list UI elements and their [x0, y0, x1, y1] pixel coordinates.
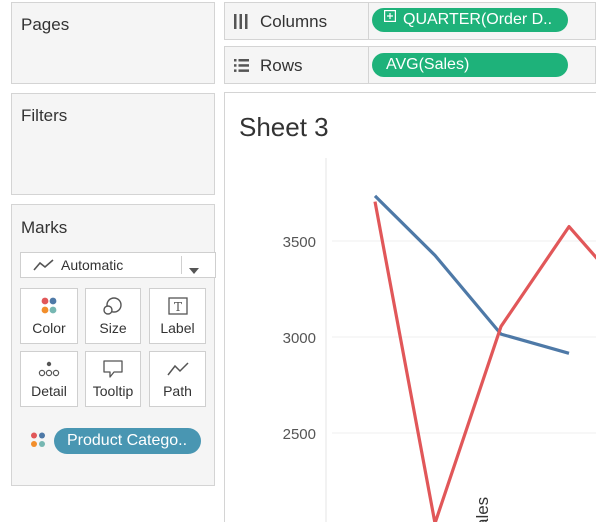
- size-circles-icon: [86, 296, 140, 316]
- size-button[interactable]: Size: [85, 288, 141, 344]
- columns-label: Columns: [260, 12, 328, 31]
- filters-card: Filters: [11, 93, 215, 195]
- line-mark-icon: [33, 258, 55, 277]
- y-tick-label-3500: 3500: [283, 234, 316, 251]
- color-button[interactable]: Color: [20, 288, 78, 344]
- rows-label: Rows: [260, 56, 303, 75]
- series-line-1[interactable]: [373, 194, 570, 355]
- color-label: Color: [32, 320, 66, 336]
- y-tick-label-2500: 2500: [283, 426, 316, 443]
- shelf-divider: [368, 3, 369, 39]
- tooltip-button[interactable]: Tooltip: [85, 351, 141, 407]
- detail-dots-icon: [21, 359, 77, 379]
- sheet-title: Sheet 3: [239, 112, 329, 142]
- series-line-2[interactable]: [373, 201, 596, 522]
- svg-text:T: T: [173, 300, 181, 314]
- y-axis-label: ales: [473, 497, 492, 522]
- line-chart: 2500 3000 3500 ales: [283, 158, 596, 522]
- path-line-icon: [150, 359, 205, 379]
- mark-type-value: Automatic: [61, 257, 124, 273]
- path-label: Path: [163, 383, 192, 399]
- color-dots-icon: [29, 431, 47, 454]
- pages-card: Pages: [11, 2, 215, 84]
- tooltip-label: Tooltip: [92, 383, 134, 399]
- mark-type-dropdown[interactable]: Automatic: [20, 252, 216, 278]
- pages-title: Pages: [21, 15, 70, 34]
- product-category-pill[interactable]: Product Catego..: [54, 428, 201, 454]
- detail-label: Detail: [31, 383, 67, 399]
- rows-pill[interactable]: AVG(Sales): [372, 53, 568, 77]
- detail-button[interactable]: Detail: [20, 351, 78, 407]
- dropdown-divider: [181, 256, 182, 274]
- y-tick-label-3000: 3000: [283, 330, 316, 347]
- color-dots-icon: [21, 296, 77, 316]
- label-label: Label: [160, 320, 195, 336]
- label-button[interactable]: T Label: [149, 288, 206, 344]
- label-t-icon: T: [150, 296, 205, 316]
- size-label: Size: [99, 320, 127, 336]
- chevron-down-icon[interactable]: [189, 262, 199, 280]
- columns-pill[interactable]: QUARTER(Order D..: [372, 8, 568, 32]
- tooltip-speech-icon: [86, 359, 140, 379]
- columns-pill-text: QUARTER(Order D..: [403, 11, 553, 28]
- filters-title: Filters: [21, 106, 68, 125]
- columns-icon: [234, 14, 248, 34]
- rows-icon: [234, 59, 249, 77]
- plus-box-icon: [384, 8, 397, 30]
- shelf-divider: [368, 47, 369, 83]
- marks-title: Marks: [21, 218, 68, 237]
- path-button[interactable]: Path: [149, 351, 206, 407]
